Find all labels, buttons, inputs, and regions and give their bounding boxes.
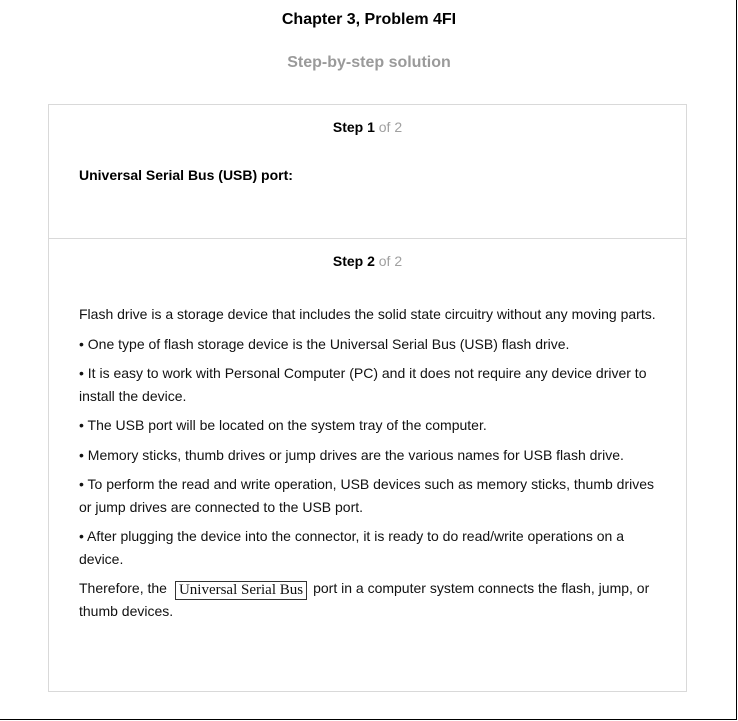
step-2-header: Step 2 of 2 — [49, 253, 686, 269]
step-1-count: of 2 — [378, 119, 403, 135]
step-1-label: Step 1 — [332, 119, 375, 135]
answer-box: Universal Serial Bus — [174, 581, 308, 600]
step-1-section: Step 1 of 2 Universal Serial Bus (USB) p… — [49, 105, 686, 239]
page-title: Chapter 3, Problem 4FI — [281, 11, 457, 28]
step-2-paragraph-6: • To perform the read and write operatio… — [79, 476, 654, 515]
conclusion-prefix: Therefore, the — [79, 580, 167, 596]
solution-steps: Step 1 of 2 Universal Serial Bus (USB) p… — [48, 104, 687, 692]
step-2-conclusion: Therefore, the Universal Serial Bus port i… — [79, 577, 664, 623]
step-2-body: Flash drive is a storage device that inc… — [79, 303, 664, 630]
step-2-paragraph-1: Flash drive is a storage device that inc… — [79, 306, 656, 322]
page-subtitle: Step-by-step solution — [287, 54, 451, 71]
step-2-section: Step 2 of 2 Flash drive is a storage dev… — [49, 239, 686, 691]
step-1-header: Step 1 of 2 — [49, 119, 686, 135]
step-2-paragraph-5: • Memory sticks, thumb drives or jump dr… — [79, 446, 624, 463]
step-2-paragraph-3: • It is easy to work with Personal Compu… — [79, 365, 647, 404]
step-2-paragraph-2: • One type of flash storage device is th… — [79, 335, 570, 352]
step-2-paragraph-7: • After plugging the device into the con… — [79, 528, 625, 567]
step-2-count: of 2 — [378, 253, 403, 269]
step-2-paragraph-4: • The USB port will be located on the sy… — [79, 417, 487, 433]
step-2-label: Step 2 — [332, 253, 375, 269]
step-1-heading: Universal Serial Bus (USB) port: — [79, 167, 293, 183]
